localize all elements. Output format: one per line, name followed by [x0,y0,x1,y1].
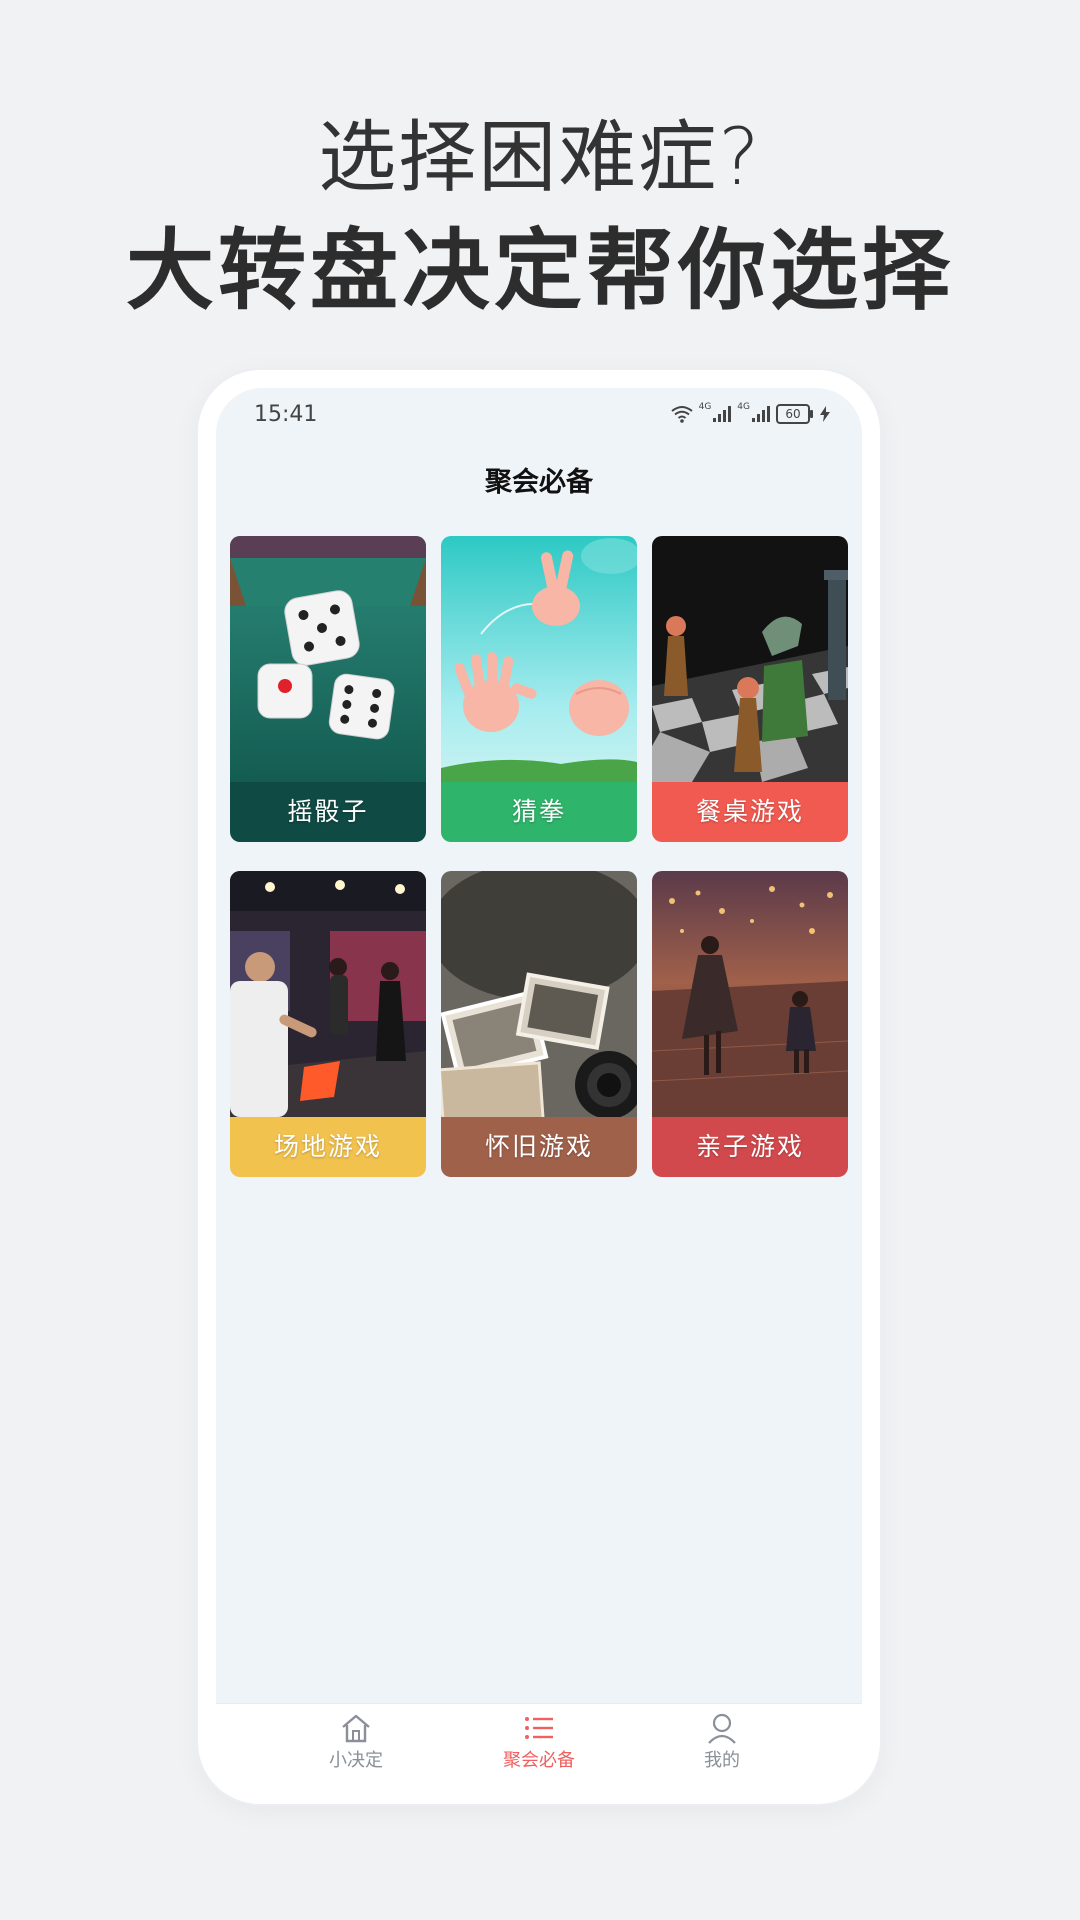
charging-icon [820,406,830,422]
page-title: 聚会必备 [485,467,593,498]
card-table-games[interactable]: 餐桌游戏 [652,536,848,842]
signal-icon-2 [752,406,770,422]
phone-frame: 15:41 4G 4G 60 聚会必备 摇骰子 猜拳 餐桌游戏 场地游戏 怀旧游… [198,370,880,1804]
tab-label: 聚会必备 [503,1750,575,1771]
chess-image [652,536,848,782]
dice-image [230,536,426,782]
status-bar: 15:41 4G 4G 60 [216,388,862,444]
nostalgic-games-image [441,871,637,1117]
card-label: 餐桌游戏 [652,782,848,842]
card-venue-games[interactable]: 场地游戏 [230,871,426,1177]
status-icons: 4G 4G 60 [670,402,830,424]
network-type-2: 4G [737,402,750,412]
list-icon [525,1717,553,1739]
card-label: 场地游戏 [230,1117,426,1177]
signal-icon-1 [713,406,732,422]
tab-mine[interactable]: 我的 [662,1712,782,1782]
card-label: 摇骰子 [230,782,426,842]
parent-child-games-image [652,871,848,1117]
promo-title: 大转盘决定帮你选择 [125,219,954,322]
card-parent-child-games[interactable]: 亲子游戏 [652,871,848,1177]
tab-party-essentials[interactable]: 聚会必备 [479,1712,599,1782]
bottom-tab-bar: 小决定 聚会必备 我的 [216,1703,862,1786]
status-time: 15:41 [254,402,318,427]
card-nostalgic-games[interactable]: 怀旧游戏 [441,871,637,1177]
venue-games-image [230,871,426,1117]
card-rock-paper-scissors[interactable]: 猜拳 [441,536,637,842]
tab-small-decision[interactable]: 小决定 [296,1712,416,1782]
user-icon [708,1713,736,1744]
tab-label: 小决定 [329,1750,383,1771]
wifi-icon [670,406,693,423]
home-icon [342,1714,370,1743]
network-type-1: 4G [698,402,712,412]
card-label: 猜拳 [441,782,637,842]
app-screen: 15:41 4G 4G 60 聚会必备 摇骰子 猜拳 餐桌游戏 场地游戏 怀旧游… [216,388,862,1786]
tab-label: 我的 [704,1750,740,1771]
rock-paper-scissors-image [441,536,637,782]
battery-icon: 60 [776,404,813,424]
promo-subtitle: 选择困难症? [318,113,762,203]
card-label: 亲子游戏 [652,1117,848,1177]
card-label: 怀旧游戏 [441,1117,637,1177]
card-dice[interactable]: 摇骰子 [230,536,426,842]
